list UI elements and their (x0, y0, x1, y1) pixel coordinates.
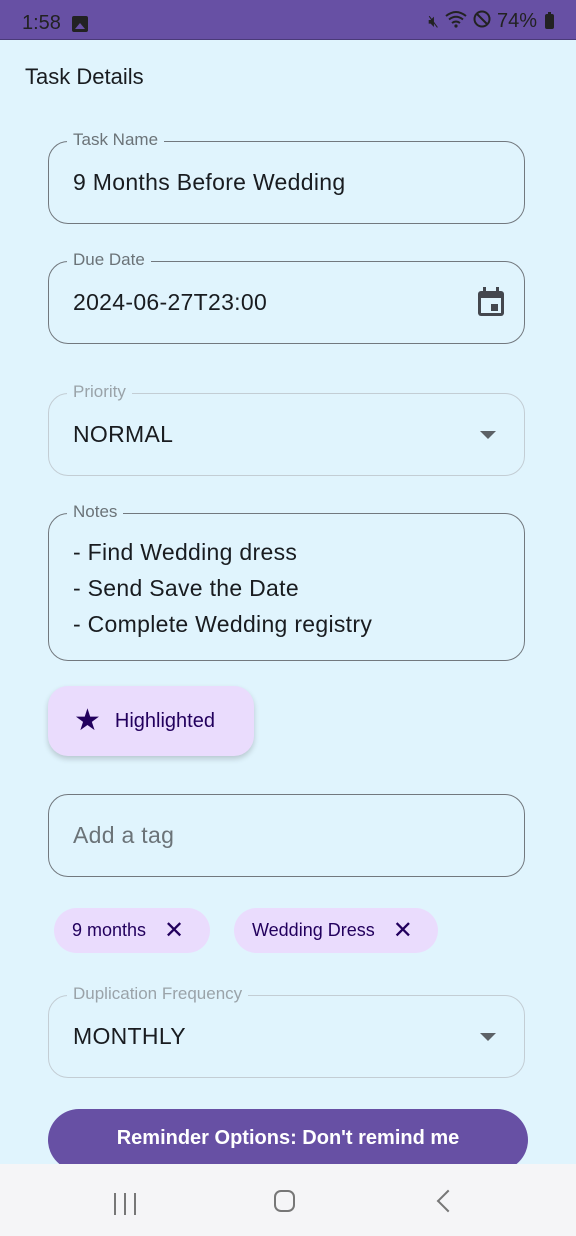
close-icon[interactable]: ✕ (164, 918, 184, 943)
battery-charging-icon (545, 12, 554, 29)
duplication-frequency-dropdown[interactable]: Duplication Frequency MONTHLY (48, 984, 525, 1078)
dropdown-arrow-icon[interactable] (480, 1033, 496, 1041)
recents-icon[interactable] (114, 1193, 136, 1215)
priority-label: Priority (67, 382, 132, 402)
task-name-value[interactable]: 9 Months Before Wedding (73, 169, 345, 196)
notes-line: - Complete Wedding registry (73, 611, 373, 637)
notes-label: Notes (67, 502, 124, 522)
reminder-options-label: Reminder Options: Don't remind me (116, 1126, 460, 1149)
status-time: 1:58 (22, 12, 61, 34)
highlighted-toggle-button[interactable]: ★ Highlighted (48, 686, 254, 756)
notes-line: - Find Wedding dress (73, 539, 298, 565)
due-date-value[interactable]: 2024-06-27T23:00 (73, 289, 267, 316)
page-title: Task Details (25, 64, 144, 89)
tag-chip[interactable]: Wedding Dress ✕ (234, 908, 438, 953)
star-icon: ★ (74, 704, 101, 737)
priority-dropdown[interactable]: Priority NORMAL (48, 382, 525, 476)
tag-input-placeholder: Add a tag (73, 822, 175, 848)
gallery-icon (72, 16, 88, 32)
due-date-label: Due Date (67, 250, 151, 270)
system-nav-bar (0, 1164, 576, 1236)
notes-line: - Send Save the Date (73, 575, 299, 601)
status-bar: 1:58 🔇︎ 74% (0, 0, 576, 40)
back-icon[interactable] (436, 1189, 460, 1213)
wifi-icon (445, 10, 467, 33)
tag-input[interactable]: Add a tag (48, 794, 525, 877)
close-icon[interactable]: ✕ (393, 918, 413, 943)
dropdown-arrow-icon[interactable] (480, 431, 496, 439)
reminder-options-button[interactable]: Reminder Options: Don't remind me (48, 1109, 528, 1171)
battery-percent: 74% (496, 10, 537, 32)
highlighted-label: Highlighted (114, 709, 215, 732)
tag-label: 9 months (72, 920, 147, 940)
mute-icon: 🔇︎ (428, 11, 439, 31)
status-icons: 🔇︎ 74% (428, 10, 554, 33)
notes-field[interactable]: Notes - Find Wedding dress - Send Save t… (48, 502, 525, 661)
task-name-label: Task Name (67, 130, 165, 150)
duplication-frequency-label: Duplication Frequency (67, 984, 249, 1004)
due-date-field[interactable]: Due Date 2024-06-27T23:00 (48, 250, 525, 344)
calendar-icon[interactable] (476, 286, 506, 323)
home-icon[interactable] (274, 1190, 295, 1212)
notes-text[interactable]: - Find Wedding dress - Send Save the Dat… (73, 534, 372, 642)
do-not-disturb-icon (473, 10, 491, 33)
duplication-frequency-value: MONTHLY (73, 1023, 186, 1049)
tag-chip[interactable]: 9 months ✕ (54, 908, 210, 953)
tag-label: Wedding Dress (252, 920, 375, 940)
task-name-field[interactable]: Task Name 9 Months Before Wedding (48, 130, 525, 224)
priority-value: NORMAL (73, 421, 174, 447)
